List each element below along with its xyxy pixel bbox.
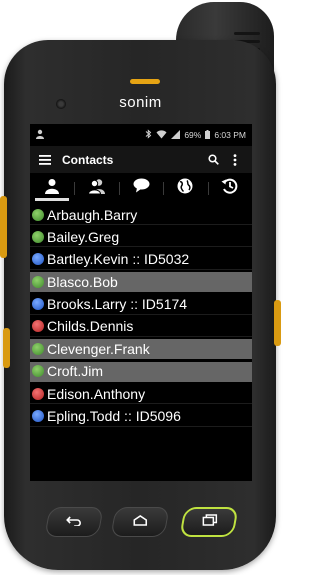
tab-global[interactable] [163,173,207,203]
notification-person-icon [35,129,45,141]
contact-name: Brooks.Larry :: ID5174 [47,296,188,313]
contact-name: Croft.Jim [47,363,103,380]
status-bar: 69% 6:03 PM [30,124,252,146]
contact-name: Arbaugh.Barry [47,206,138,223]
bluetooth-icon [145,129,152,141]
contact-name: Childs.Dennis [47,318,134,335]
app-bar: Contacts [30,146,252,173]
brand-logo: sonim [119,94,162,111]
presence-status-icon [32,208,44,221]
antenna-grip [234,32,260,35]
back-icon [64,513,83,531]
home-button[interactable] [110,507,170,537]
presence-status-icon [32,410,44,423]
back-button[interactable] [44,507,104,537]
presence-status-icon [32,275,44,288]
side-button-right[interactable] [274,300,281,346]
contact-row[interactable]: Croft.Jim [30,361,252,382]
presence-status-icon [32,298,44,311]
contact-list: Arbaugh.BarryBailey.GregBartley.Kevin ::… [30,203,252,427]
battery-icon [205,129,211,141]
contact-row[interactable]: Brooks.Larry :: ID5174 [30,294,252,315]
contact-row[interactable]: Arbaugh.Barry [30,205,252,225]
signal-icon [171,129,181,141]
contact-row[interactable]: Clevenger.Frank [30,339,252,360]
contact-name: Epling.Todd :: ID5096 [47,408,181,425]
presence-status-icon [32,253,44,266]
contact-row[interactable]: Edison.Anthony [30,384,252,405]
home-icon [131,513,148,531]
contact-name: Clevenger.Frank [47,340,150,357]
screen: 69% 6:03 PM Contacts Arbaugh.Barry Baile… [30,124,252,481]
contact-name: Edison.Anthony [47,385,146,402]
tab-groups[interactable] [74,173,118,203]
person-icon [44,178,60,199]
tab-bar [30,173,252,203]
presence-status-icon [32,230,44,243]
presence-status-icon [32,342,44,355]
contact-name: Blasco.Bob [47,273,118,290]
presence-status-icon [32,365,44,378]
side-button-left[interactable] [0,196,7,258]
contact-name: Bartley.Kevin :: ID5032 [47,251,190,268]
overflow-menu-icon[interactable] [224,151,246,169]
menu-icon[interactable] [36,151,54,169]
contact-row[interactable]: Epling.Todd :: ID5096 [30,406,252,427]
presence-status-icon [32,387,44,400]
contact-row[interactable]: Bartley.Kevin :: ID5032 [30,249,252,270]
tab-messages[interactable] [118,173,163,203]
search-icon[interactable] [202,151,224,169]
page-title: Contacts [62,152,114,167]
contact-row[interactable]: Childs.Dennis [30,316,252,337]
recents-button[interactable] [179,507,239,537]
side-button-left-lower[interactable] [3,328,10,368]
clock: 6:03 PM [214,130,246,140]
contact-name: Bailey.Greg [47,228,120,245]
chat-icon [133,178,150,198]
battery-percent: 69% [184,130,202,140]
globe-icon [177,178,193,199]
group-icon [87,178,106,199]
recents-icon [200,513,218,531]
tab-history[interactable] [207,173,252,203]
earpiece-accent [130,79,160,84]
contact-row[interactable]: Bailey.Greg [30,227,252,248]
tab-contacts[interactable] [30,173,74,203]
contact-row[interactable]: Blasco.Bob [30,272,252,293]
presence-status-icon [32,320,44,333]
wifi-icon [156,129,167,141]
history-icon [221,178,238,199]
